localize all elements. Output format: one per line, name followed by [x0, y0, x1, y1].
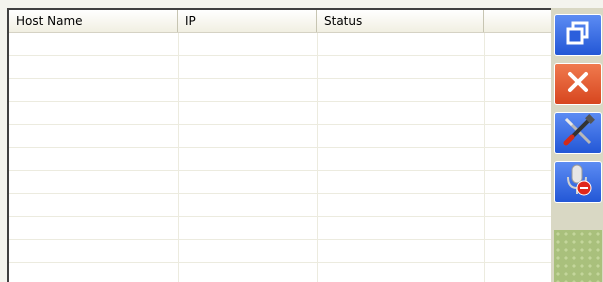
grid-column-line: [178, 33, 179, 282]
list-grid: [9, 33, 551, 282]
grid-row-line: [9, 78, 551, 79]
grid-column-line: [484, 33, 485, 282]
grid-column-line: [317, 33, 318, 282]
list-header: Host Name IP Status: [9, 10, 551, 33]
grid-row-line: [9, 239, 551, 240]
close-icon: [564, 68, 592, 100]
side-toolbar: [551, 8, 603, 282]
grid-row-line: [9, 101, 551, 102]
grid-row-line: [9, 170, 551, 171]
column-header-extra[interactable]: [484, 10, 551, 32]
microphone-muted-button[interactable]: [554, 161, 602, 203]
column-header-host-name[interactable]: Host Name: [9, 10, 178, 32]
restore-window-button[interactable]: [554, 14, 602, 56]
close-button[interactable]: [554, 63, 602, 105]
grid-row-line: [9, 124, 551, 125]
window-frame: Host Name IP Status: [0, 0, 603, 282]
grid-row-line: [9, 216, 551, 217]
host-list-view[interactable]: Host Name IP Status: [7, 8, 551, 282]
toolbar-grip: [554, 230, 602, 282]
column-header-ip[interactable]: IP: [178, 10, 317, 32]
tools-icon: [560, 113, 596, 153]
restore-window-icon: [564, 19, 592, 51]
column-header-status[interactable]: Status: [317, 10, 484, 32]
grid-row-line: [9, 262, 551, 263]
grid-row-line: [9, 147, 551, 148]
tools-button[interactable]: [554, 112, 602, 154]
grid-row-line: [9, 55, 551, 56]
microphone-muted-icon: [563, 163, 593, 201]
grid-row-line: [9, 193, 551, 194]
